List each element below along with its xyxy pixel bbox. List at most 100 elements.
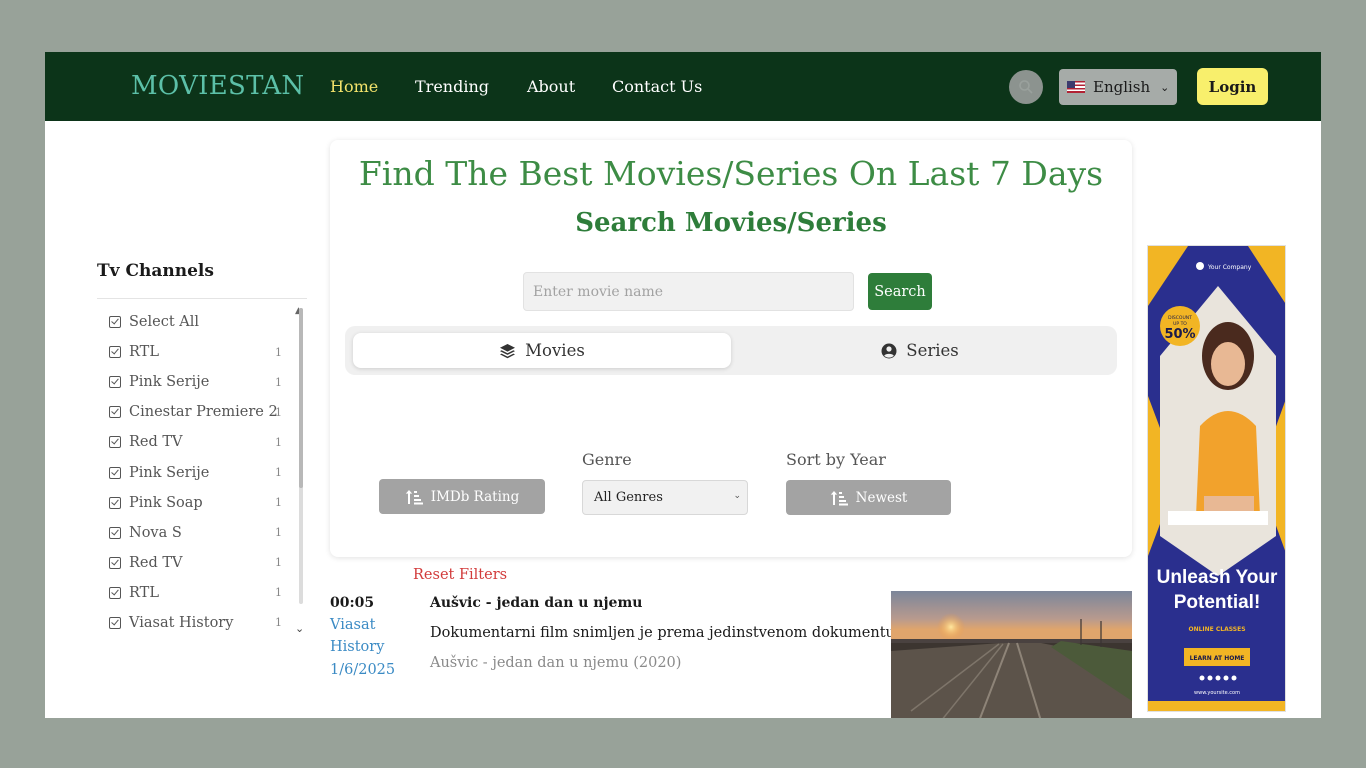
checkbox-checked-icon[interactable] [109, 616, 121, 629]
ad-headline-line1: Unleash Your [1157, 567, 1278, 588]
channel-item[interactable]: Nova S 1 [105, 518, 285, 548]
sidebar-divider [97, 298, 307, 299]
channel-count: 1 [275, 586, 282, 600]
chevron-down-icon: ⌄ [733, 491, 741, 501]
checkbox-checked-icon[interactable] [109, 496, 121, 509]
channel-name: Red TV [129, 554, 183, 571]
listing-time: 00:05 [330, 595, 375, 611]
type-tabs: Movies Series [345, 326, 1117, 375]
checkbox-checked-icon[interactable] [109, 316, 121, 329]
listing-thumbnail[interactable] [891, 591, 1132, 718]
layers-icon [500, 343, 516, 358]
channel-count: 1 [275, 526, 282, 540]
nav-home[interactable]: Home [330, 77, 378, 96]
checkbox-checked-icon[interactable] [109, 586, 121, 599]
checkbox-checked-icon[interactable] [109, 556, 121, 569]
channel-item[interactable]: RTL 1 [105, 337, 285, 367]
channel-count: 1 [275, 345, 282, 359]
listing-date: 1/6/2025 [330, 662, 396, 678]
channel-item-select-all[interactable]: Select All [105, 307, 285, 337]
nav-contact-us[interactable]: Contact Us [612, 77, 702, 96]
channel-item[interactable]: Cinestar Premiere 2 1 [105, 397, 285, 427]
site-logo[interactable]: MOVIESTAN [131, 71, 304, 101]
checkbox-checked-icon[interactable] [109, 466, 121, 479]
tab-movies-label: Movies [525, 341, 585, 360]
channel-item[interactable]: Red TV 1 [105, 548, 285, 578]
search-button[interactable]: Search [868, 273, 932, 310]
imdb-rating-label: IMDb Rating [430, 488, 520, 505]
checkbox-checked-icon[interactable] [109, 346, 121, 359]
channel-item[interactable]: Pink Serije 1 [105, 367, 285, 397]
listing-original-title: Aušvic - jedan dan u njemu (2020) [430, 655, 682, 671]
newest-label: Newest [855, 489, 908, 506]
genre-label: Genre [582, 450, 632, 469]
channel-count: 1 [275, 405, 282, 419]
ad-site: www.yoursite.com [1194, 690, 1240, 696]
top-navbar: MOVIESTAN Home Trending About Contact Us… [45, 52, 1321, 121]
scrollbar-thumb[interactable] [299, 308, 303, 488]
search-card: Find The Best Movies/Series On Last 7 Da… [330, 140, 1132, 583]
channel-name: RTL [129, 584, 159, 601]
channel-name: Pink Serije [129, 374, 210, 391]
channel-list-scrollbar[interactable] [299, 308, 303, 604]
tab-series-label: Series [906, 341, 959, 360]
channel-item[interactable]: Viasat History 1 [105, 608, 285, 638]
us-flag-icon [1067, 81, 1085, 93]
language-label: English [1093, 78, 1151, 96]
listing-item: 00:05 Viasat History 1/6/2025 Aušvic - j… [330, 591, 1132, 718]
channel-name: Select All [129, 314, 200, 331]
channel-name: Nova S [129, 524, 182, 541]
channel-name: Pink Soap [129, 494, 203, 511]
sort-ascending-icon [405, 489, 423, 504]
chevron-down-icon: ⌄ [1160, 80, 1170, 94]
channel-count: 1 [275, 496, 282, 510]
channel-count: 1 [275, 375, 282, 389]
listing-channel-line2[interactable]: History [330, 639, 384, 655]
channel-item[interactable]: Pink Serije 1 [105, 457, 285, 487]
ad-discount-line1: DISCOUNT [1168, 315, 1192, 321]
ad-discount-value: 50% [1164, 327, 1195, 342]
header-search-button[interactable] [1009, 70, 1043, 104]
login-button[interactable]: Login [1197, 68, 1268, 105]
checkbox-checked-icon[interactable] [109, 526, 121, 539]
ad-tagline: ONLINE CLASSES [1188, 626, 1245, 633]
channel-name: Pink Serije [129, 464, 210, 481]
channel-item[interactable]: Red TV 1 [105, 427, 285, 457]
channel-count: 1 [275, 435, 282, 449]
genre-value: All Genres [594, 490, 663, 505]
checkbox-checked-icon[interactable] [109, 406, 121, 419]
online-classes-ad-image: Your Company DISCOUNT UP TO 50% Unleash … [1148, 246, 1285, 711]
ad-headline-line2: Potential! [1174, 592, 1261, 613]
sort-ascending-icon [830, 490, 848, 505]
page-subtitle: Search Movies/Series [575, 208, 887, 238]
app-window: MOVIESTAN Home Trending About Contact Us… [45, 52, 1321, 718]
newest-sort-button[interactable]: Newest [786, 480, 951, 515]
genre-select[interactable]: All Genres ⌄ [582, 480, 748, 515]
tab-movies[interactable]: Movies [353, 333, 731, 368]
scroll-down-arrow-icon[interactable]: ⌄ [295, 622, 304, 635]
advertisement-banner[interactable]: Your Company DISCOUNT UP TO 50% Unleash … [1147, 245, 1286, 712]
tab-series[interactable]: Series [731, 333, 1109, 368]
channel-list: Select All RTL 1 Pink Serije 1 Cinestar … [105, 307, 285, 638]
page-title: Find The Best Movies/Series On Last 7 Da… [358, 154, 1104, 193]
user-circle-icon [881, 343, 897, 358]
nav-trending[interactable]: Trending [415, 77, 489, 96]
checkbox-checked-icon[interactable] [109, 436, 121, 449]
imdb-rating-sort-button[interactable]: IMDb Rating [379, 479, 545, 514]
channel-item[interactable]: Pink Soap 1 [105, 488, 285, 518]
listing-channel-line1[interactable]: Viasat [330, 617, 375, 633]
nav-about[interactable]: About [527, 77, 575, 96]
checkbox-checked-icon[interactable] [109, 376, 121, 389]
listing-title[interactable]: Aušvic - jedan dan u njemu [430, 595, 642, 611]
channel-name: Red TV [129, 434, 183, 451]
channel-item[interactable]: RTL 1 [105, 578, 285, 608]
channel-count: 1 [275, 616, 282, 630]
channel-name: RTL [129, 344, 159, 361]
language-selector[interactable]: English ⌄ [1059, 69, 1177, 105]
reset-filters-link[interactable]: Reset Filters [413, 567, 507, 583]
movie-search-input[interactable] [523, 272, 854, 311]
channel-count: 1 [275, 466, 282, 480]
search-icon [1019, 80, 1033, 94]
channel-count: 1 [275, 556, 282, 570]
railway-sunset-image [891, 591, 1132, 718]
